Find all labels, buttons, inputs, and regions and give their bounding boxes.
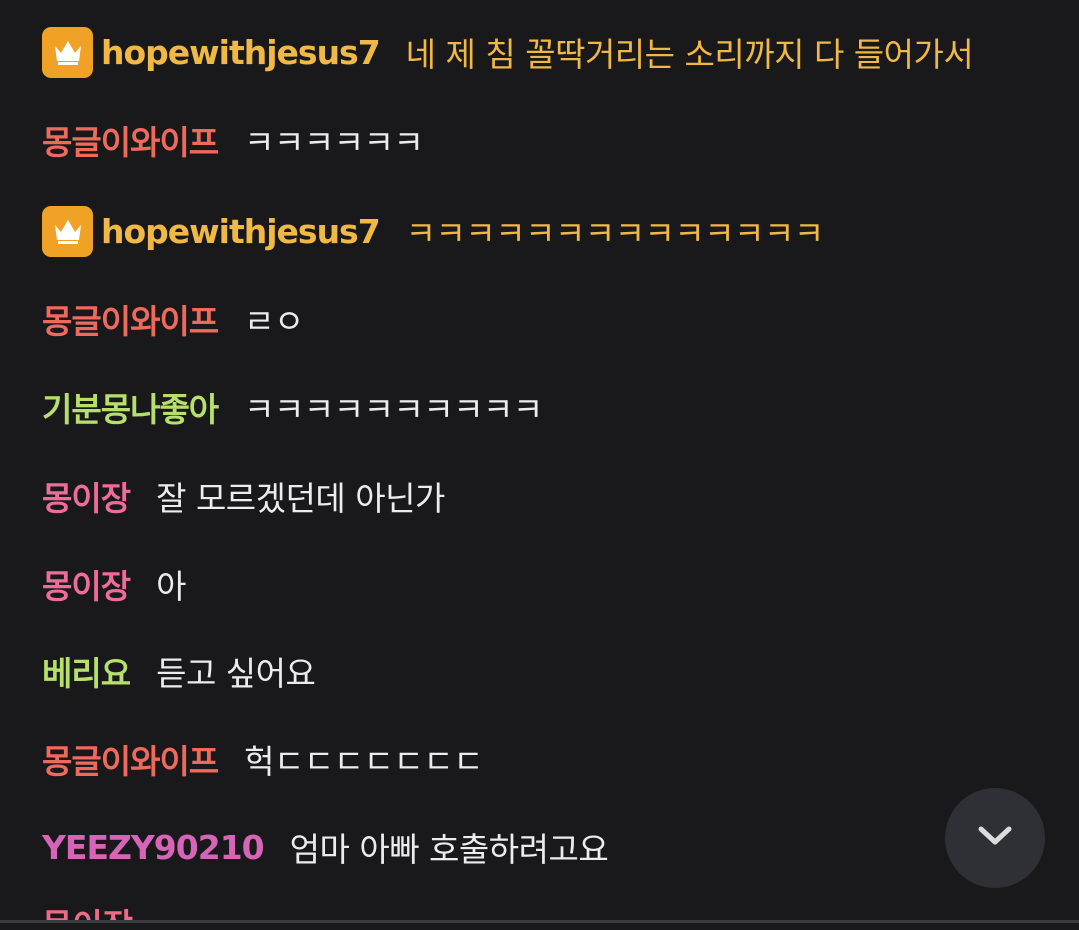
scroll-to-bottom-button[interactable]: [945, 788, 1045, 888]
chat-username[interactable]: 몽글이와이프: [42, 116, 219, 164]
chat-text: 아: [156, 567, 186, 606]
chat-message[interactable]: 몽글이와이프 헉ㄷㄷㄷㄷㄷㄷㄷ: [42, 731, 484, 787]
crown-icon: [42, 205, 93, 257]
chat-username[interactable]: 몽이장: [42, 560, 131, 608]
chat-username[interactable]: 기분몽나좋아: [42, 383, 219, 431]
chat-text: 잘 모르겠던데 아닌가: [156, 479, 445, 518]
chat-message[interactable]: hopewithjesus7 ㅋㅋㅋㅋㅋㅋㅋㅋㅋㅋㅋㅋㅋㅋ: [42, 203, 824, 259]
chat-message[interactable]: 몽글이와이프 ㅋㅋㅋㅋㅋㅋ: [42, 112, 424, 168]
chevron-down-icon: [977, 825, 1013, 851]
chat-username[interactable]: 베리요: [42, 647, 131, 695]
chat-message[interactable]: 기분몽나좋아 ㅋㅋㅋㅋㅋㅋㅋㅋㅋㅋ: [42, 379, 543, 435]
chat-text: 헉ㄷㄷㄷㄷㄷㄷㄷ: [244, 742, 484, 781]
chat-text: ㅋㅋㅋㅋㅋㅋㅋㅋㅋㅋ: [244, 390, 543, 429]
chat-message[interactable]: 몽이장 잘 모르겠던데 아닌가: [42, 468, 445, 524]
chat-username[interactable]: 몽글이와이프: [42, 295, 219, 343]
chat-message[interactable]: 베리요 듣고 싶어요: [42, 643, 316, 699]
chat-text: 엄마 아빠 호출하려고요: [289, 830, 609, 869]
chat-username[interactable]: 몽글이와이프: [42, 735, 219, 783]
chat-text: ㅋㅋㅋㅋㅋㅋㅋㅋㅋㅋㅋㅋㅋㅋ: [405, 214, 825, 253]
chat-message[interactable]: 몽이장 아: [42, 556, 186, 612]
chat-username-partial[interactable]: 몽이장: [42, 906, 133, 920]
divider: [0, 920, 1079, 923]
chat-username[interactable]: hopewithjesus7: [101, 33, 381, 72]
chat-message[interactable]: hopewithjesus7 네 제 침 꼴딱거리는 소리까지 다 들어가서: [42, 24, 974, 80]
chat-username[interactable]: YEEZY90210: [42, 828, 265, 867]
chat-username[interactable]: hopewithjesus7: [101, 212, 381, 251]
chat-text: ㄹㅇ: [244, 302, 304, 341]
chat-message[interactable]: 몽글이와이프 ㄹㅇ: [42, 291, 304, 347]
chat-username[interactable]: 몽이장: [42, 472, 131, 520]
chat-text: 네 제 침 꼴딱거리는 소리까지 다 들어가서: [405, 35, 974, 74]
crown-icon: [42, 26, 93, 78]
chat-text: ㅋㅋㅋㅋㅋㅋ: [244, 123, 424, 162]
chat-message[interactable]: YEEZY90210 엄마 아빠 호출하려고요: [42, 819, 609, 875]
chat-text: 듣고 싶어요: [156, 654, 316, 693]
